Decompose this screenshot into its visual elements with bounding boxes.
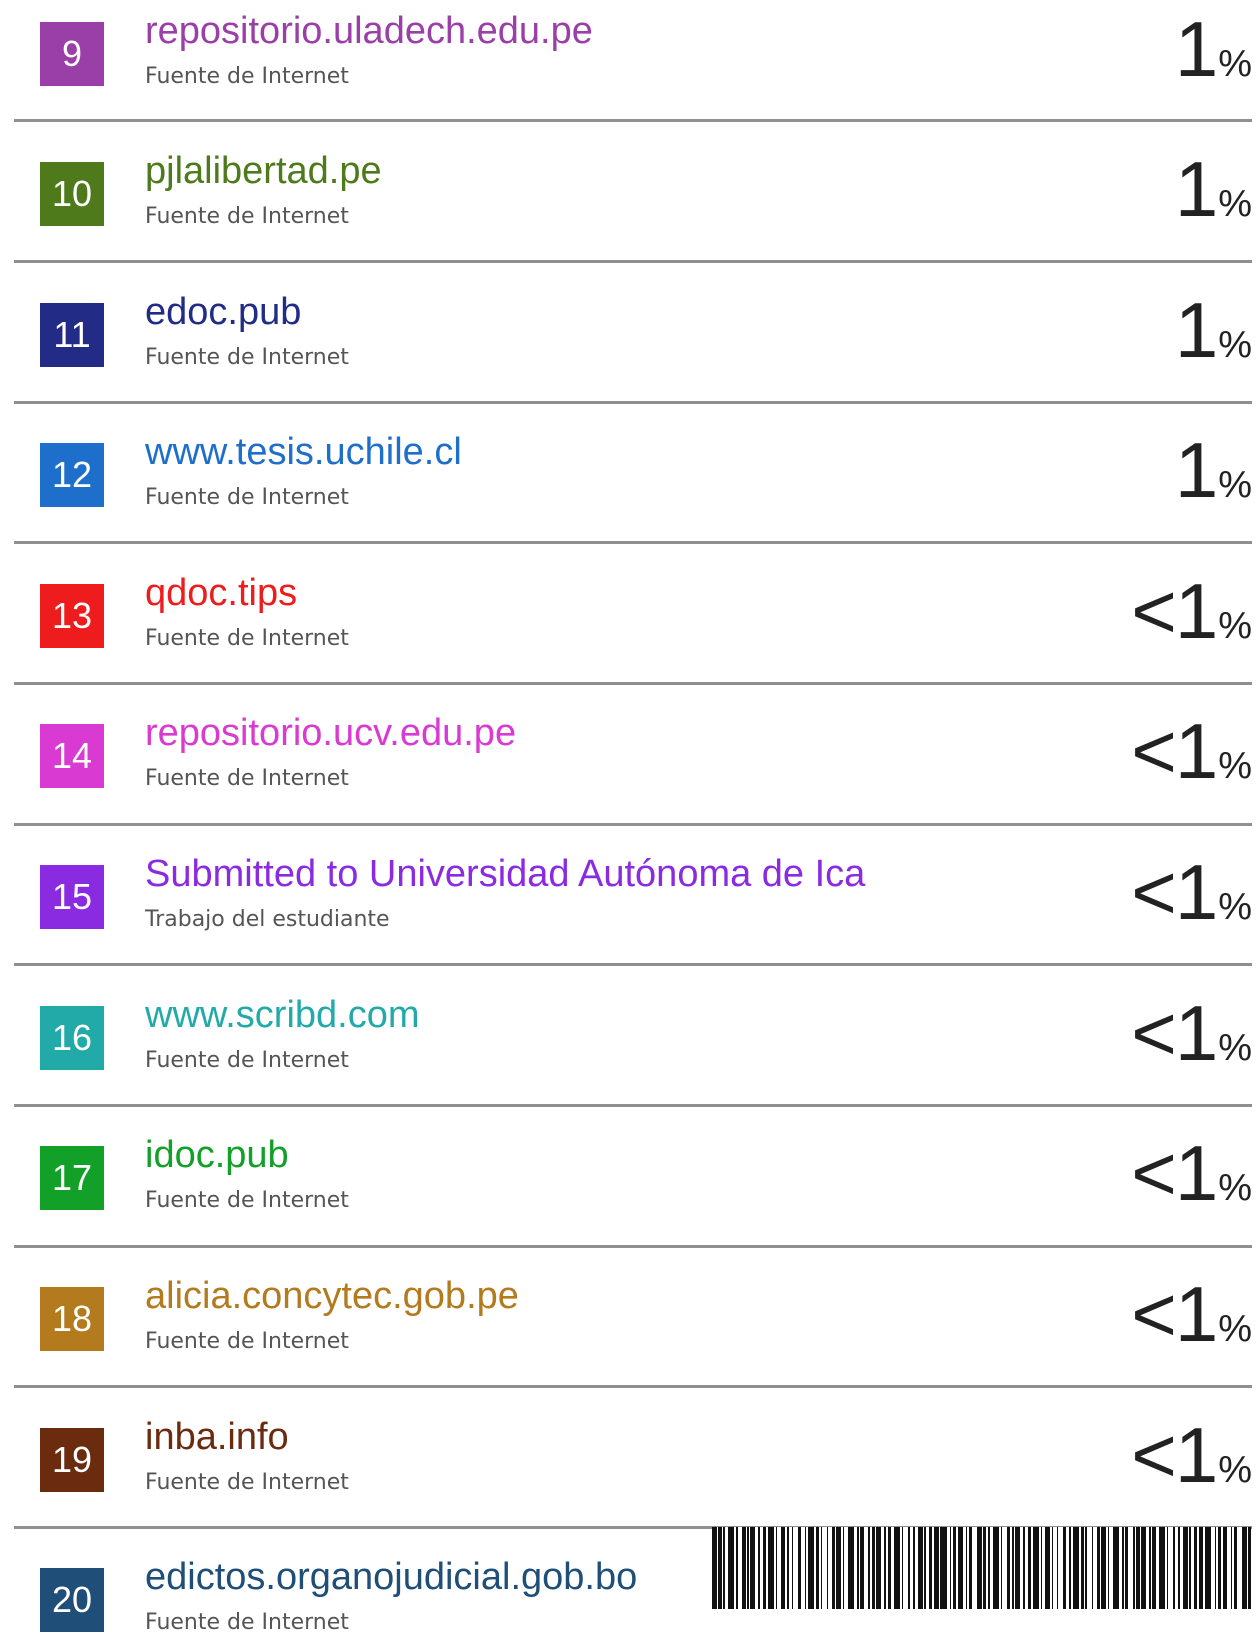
- row-divider: [14, 119, 1252, 122]
- source-name[interactable]: edictos.organojudicial.gob.bo: [145, 1556, 637, 1599]
- percentage-value: 1: [1174, 426, 1218, 514]
- source-name[interactable]: Submitted to Universidad Autónoma de Ica: [145, 853, 865, 896]
- percentage-value: 1: [1174, 5, 1218, 93]
- source-name[interactable]: repositorio.uladech.edu.pe: [145, 10, 593, 53]
- percent-sign: %: [1218, 43, 1252, 85]
- source-row: 17 idoc.pub Fuente de Internet <1%: [0, 1124, 1258, 1254]
- source-row: 13 qdoc.tips Fuente de Internet <1%: [0, 562, 1258, 692]
- source-percentage: <1%: [1131, 1128, 1252, 1219]
- row-divider: [14, 260, 1252, 263]
- percentage-value: <1: [1131, 567, 1218, 655]
- source-name[interactable]: www.scribd.com: [145, 994, 420, 1037]
- source-percentage: <1%: [1131, 1269, 1252, 1360]
- source-rank-badge: 12: [40, 443, 104, 507]
- source-type: Fuente de Internet: [145, 626, 349, 651]
- source-row: 12 www.tesis.uchile.cl Fuente de Interne…: [0, 421, 1258, 551]
- percent-sign: %: [1218, 324, 1252, 366]
- percentage-value: <1: [1131, 1270, 1218, 1358]
- row-divider: [14, 541, 1252, 544]
- percentage-value: <1: [1131, 1411, 1218, 1499]
- percentage-value: <1: [1131, 707, 1218, 795]
- source-name[interactable]: pjlalibertad.pe: [145, 150, 382, 193]
- percent-sign: %: [1218, 745, 1252, 787]
- percentage-value: 1: [1174, 145, 1218, 233]
- source-name[interactable]: idoc.pub: [145, 1134, 289, 1177]
- source-name[interactable]: edoc.pub: [145, 291, 301, 334]
- percent-sign: %: [1218, 1167, 1252, 1209]
- row-divider: [14, 1245, 1252, 1248]
- source-rank-badge: 20: [40, 1568, 104, 1632]
- percent-sign: %: [1218, 1449, 1252, 1491]
- source-name[interactable]: www.tesis.uchile.cl: [145, 431, 462, 474]
- row-divider: [14, 963, 1252, 966]
- source-percentage: 1%: [1175, 4, 1252, 95]
- source-type: Fuente de Internet: [145, 1470, 349, 1495]
- row-divider: [14, 1385, 1252, 1388]
- source-rank-badge: 13: [40, 584, 104, 648]
- source-percentage: 1%: [1175, 285, 1252, 376]
- source-rank-badge: 15: [40, 865, 104, 929]
- source-percentage: <1%: [1131, 847, 1252, 938]
- source-rank-badge: 14: [40, 724, 104, 788]
- source-type: Fuente de Internet: [145, 766, 349, 791]
- source-type: Fuente de Internet: [145, 1329, 349, 1354]
- source-rank-badge: 17: [40, 1146, 104, 1210]
- source-type: Fuente de Internet: [145, 1188, 349, 1213]
- source-name[interactable]: qdoc.tips: [145, 572, 297, 615]
- source-percentage: <1%: [1131, 1410, 1252, 1501]
- source-type: Fuente de Internet: [145, 1048, 349, 1073]
- source-rank-badge: 9: [40, 22, 104, 86]
- percentage-value: 1: [1174, 286, 1218, 374]
- source-rank-badge: 19: [40, 1428, 104, 1492]
- source-row: 10 pjlalibertad.pe Fuente de Internet 1%: [0, 140, 1258, 270]
- source-type: Fuente de Internet: [145, 345, 349, 370]
- percent-sign: %: [1218, 886, 1252, 928]
- percent-sign: %: [1218, 464, 1252, 506]
- percentage-value: <1: [1131, 1129, 1218, 1217]
- source-type: Fuente de Internet: [145, 1610, 349, 1635]
- source-percentage: 1%: [1175, 425, 1252, 516]
- source-name[interactable]: repositorio.ucv.edu.pe: [145, 712, 516, 755]
- percentage-value: <1: [1131, 989, 1218, 1077]
- barcode-bar: [1248, 1527, 1252, 1609]
- source-row: 15 Submitted to Universidad Autónoma de …: [0, 843, 1258, 973]
- source-type: Fuente de Internet: [145, 204, 349, 229]
- source-row: 18 alicia.concytec.gob.pe Fuente de Inte…: [0, 1265, 1258, 1395]
- row-divider: [14, 401, 1252, 404]
- source-type: Trabajo del estudiante: [145, 907, 390, 932]
- source-name[interactable]: inba.info: [145, 1416, 289, 1459]
- source-type: Fuente de Internet: [145, 485, 349, 510]
- source-row: 14 repositorio.ucv.edu.pe Fuente de Inte…: [0, 702, 1258, 832]
- source-type: Fuente de Internet: [145, 64, 349, 89]
- source-percentage: 1%: [1175, 144, 1252, 235]
- row-divider: [14, 682, 1252, 685]
- source-rank-badge: 11: [40, 303, 104, 367]
- source-percentage: <1%: [1131, 566, 1252, 657]
- source-row: 19 inba.info Fuente de Internet <1%: [0, 1406, 1258, 1536]
- source-row: 11 edoc.pub Fuente de Internet 1%: [0, 281, 1258, 411]
- source-rank-badge: 10: [40, 162, 104, 226]
- source-rank-badge: 16: [40, 1006, 104, 1070]
- source-row: 16 www.scribd.com Fuente de Internet <1%: [0, 984, 1258, 1114]
- barcode-image: [712, 1527, 1252, 1609]
- source-percentage: <1%: [1131, 988, 1252, 1079]
- row-divider: [14, 823, 1252, 826]
- percent-sign: %: [1218, 1308, 1252, 1350]
- source-rank-badge: 18: [40, 1287, 104, 1351]
- source-percentage: <1%: [1131, 706, 1252, 797]
- percent-sign: %: [1218, 183, 1252, 225]
- percent-sign: %: [1218, 1027, 1252, 1069]
- row-divider: [14, 1104, 1252, 1107]
- percentage-value: <1: [1131, 848, 1218, 936]
- source-row: 9 repositorio.uladech.edu.pe Fuente de I…: [0, 0, 1258, 130]
- source-name[interactable]: alicia.concytec.gob.pe: [145, 1275, 519, 1318]
- percent-sign: %: [1218, 605, 1252, 647]
